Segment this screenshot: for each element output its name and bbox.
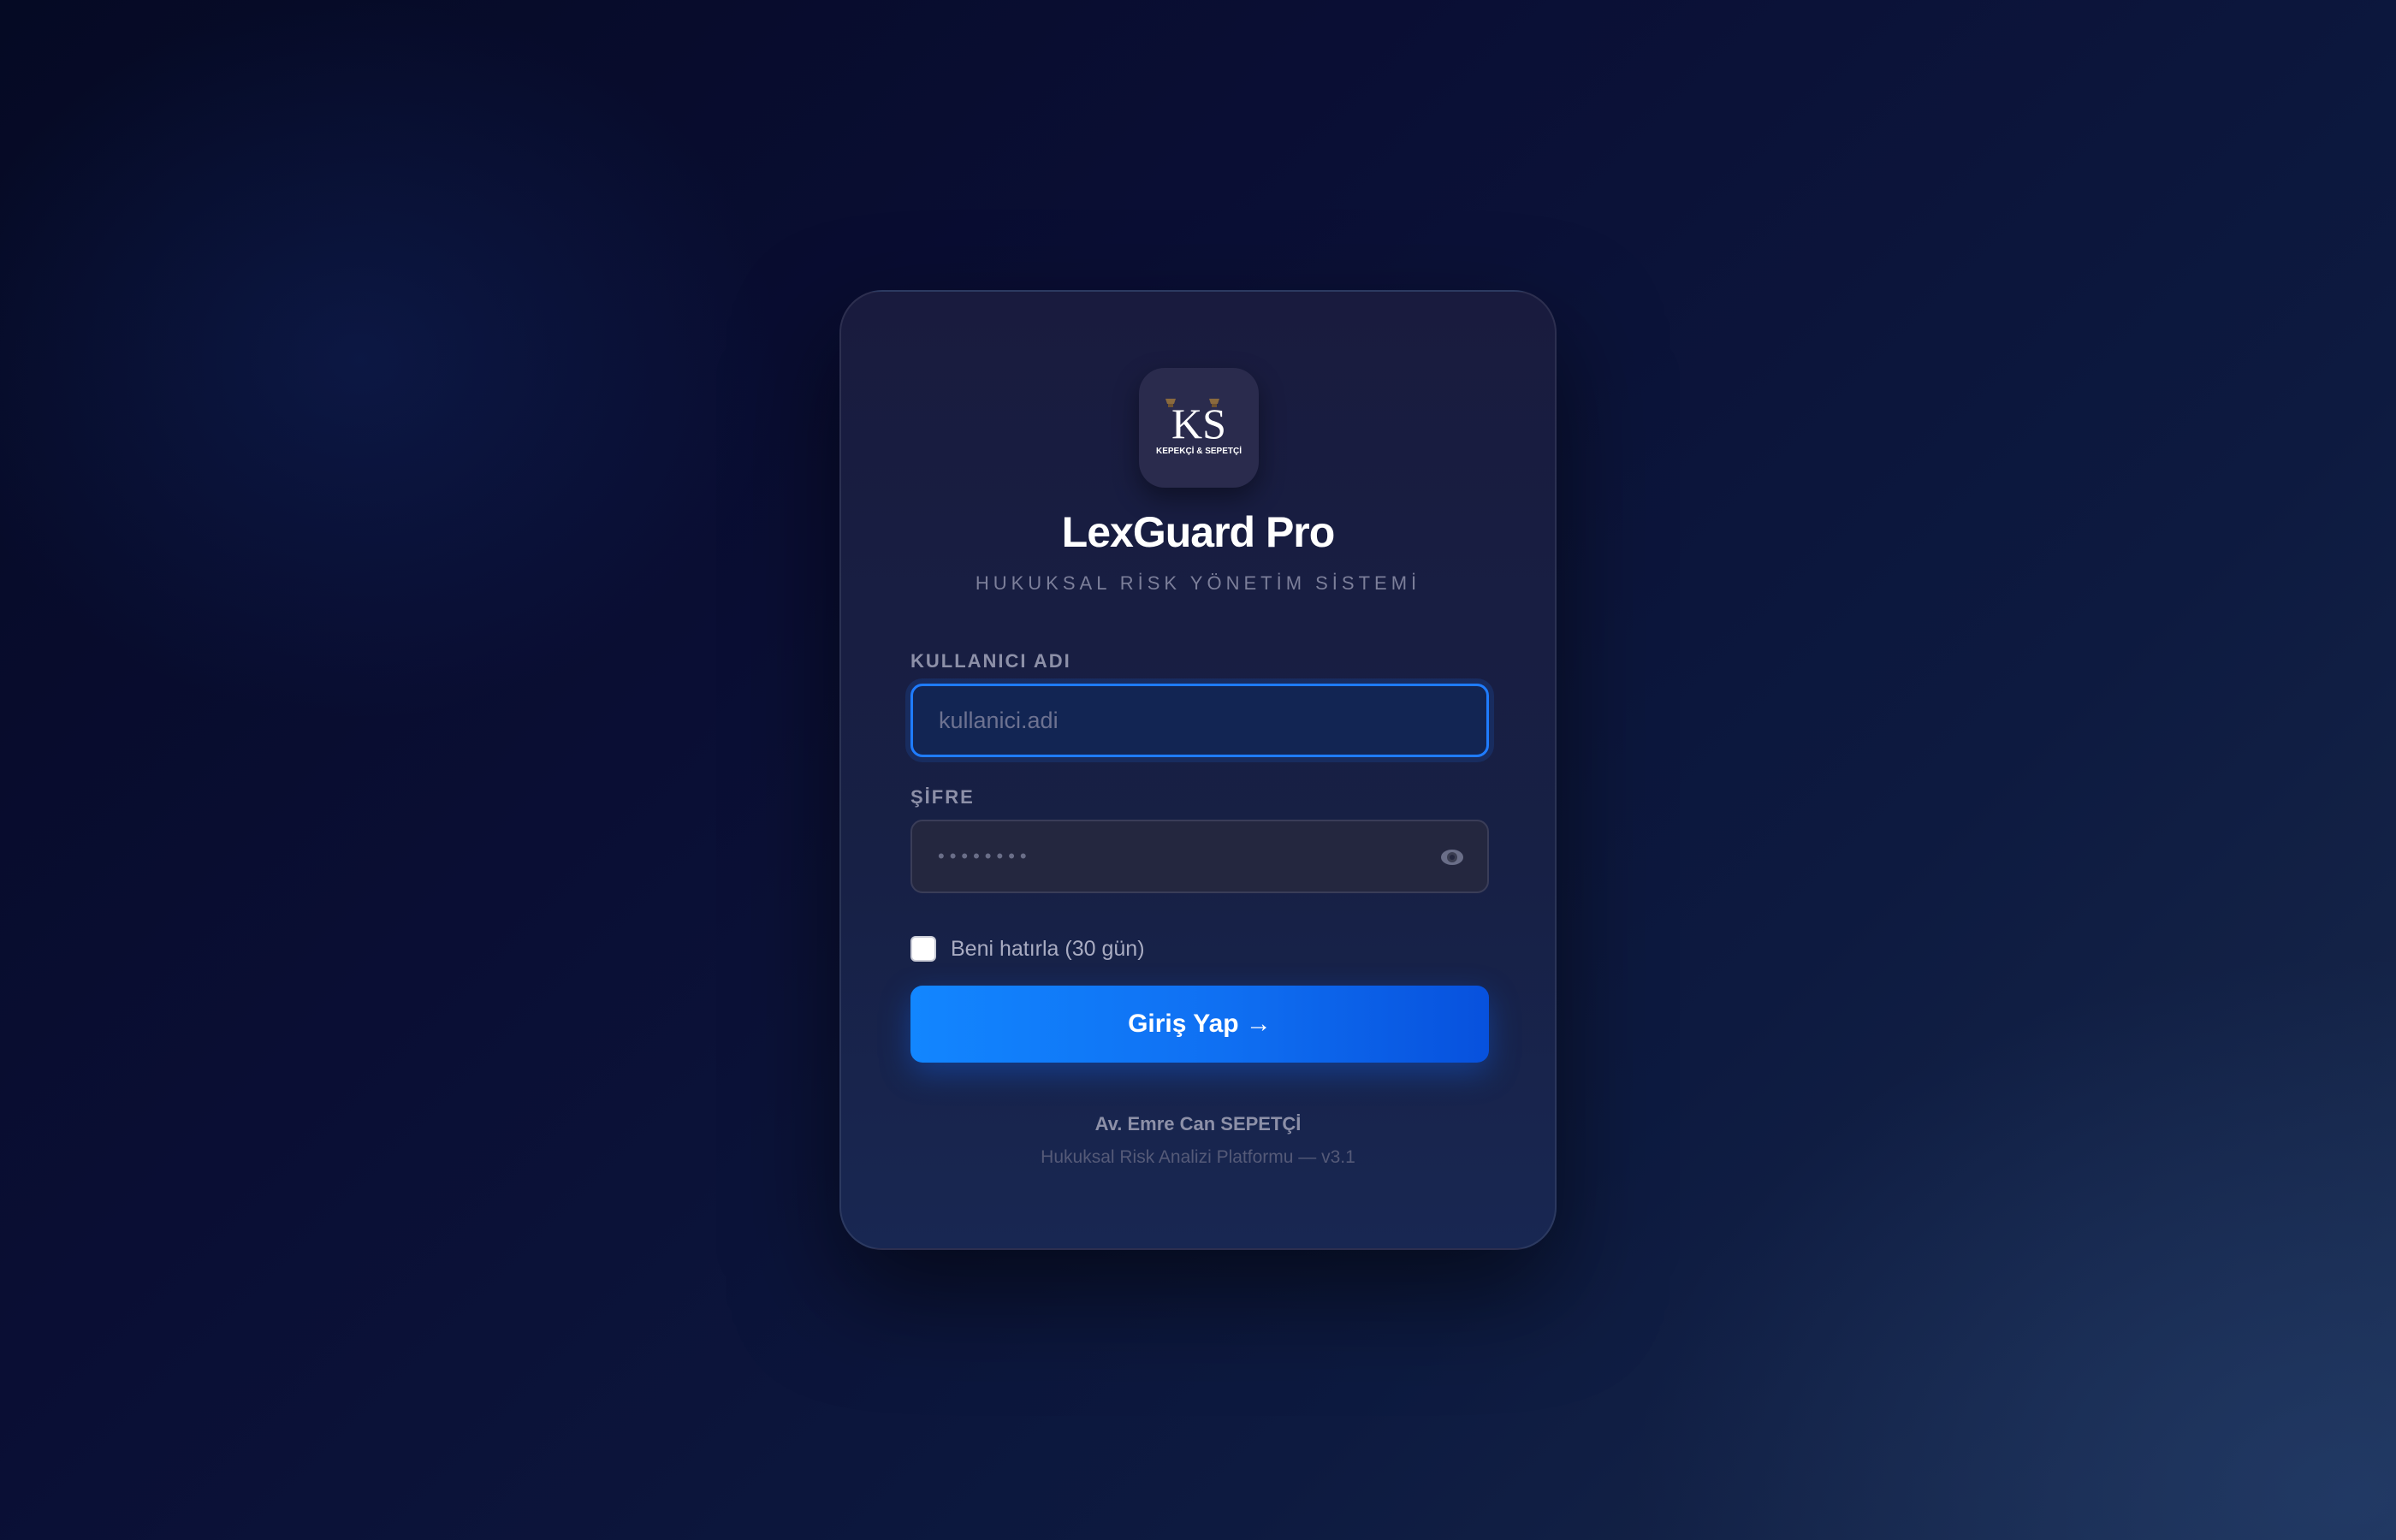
eye-icon[interactable] xyxy=(1439,847,1465,868)
logo-caption: KEPEKÇİ & SEPETÇİ xyxy=(1156,445,1242,456)
username-field-wrapper xyxy=(910,684,1489,757)
logo-letters: KS xyxy=(1171,400,1226,447)
app-title: LexGuard Pro xyxy=(1061,508,1336,556)
company-logo: KS KEPEKÇİ & SEPETÇİ xyxy=(1139,368,1259,488)
remember-me-checkbox[interactable] xyxy=(910,936,936,962)
app-subtitle: HUKUKSAL RİSK YÖNETİM SİSTEMİ xyxy=(975,572,1421,594)
password-input[interactable] xyxy=(912,821,1487,891)
ks-logo-icon: KS KEPEKÇİ & SEPETÇİ xyxy=(1156,399,1242,456)
footer-platform: Hukuksal Risk Analizi Platformu — v3.1 xyxy=(1041,1147,1355,1167)
remember-me-label[interactable]: Beni hatırla (30 gün) xyxy=(951,936,1145,962)
password-label: ŞİFRE xyxy=(910,786,975,808)
username-input[interactable] xyxy=(913,686,1486,755)
footer-author: Av. Emre Can SEPETÇİ xyxy=(1094,1113,1302,1134)
login-card: KS KEPEKÇİ & SEPETÇİ LexGuard Pro HUKUKS… xyxy=(839,290,1557,1250)
username-label: KULLANICI ADI xyxy=(910,650,1071,672)
login-button[interactable]: Giriş Yap → xyxy=(910,986,1489,1063)
password-field-wrapper xyxy=(910,820,1489,893)
